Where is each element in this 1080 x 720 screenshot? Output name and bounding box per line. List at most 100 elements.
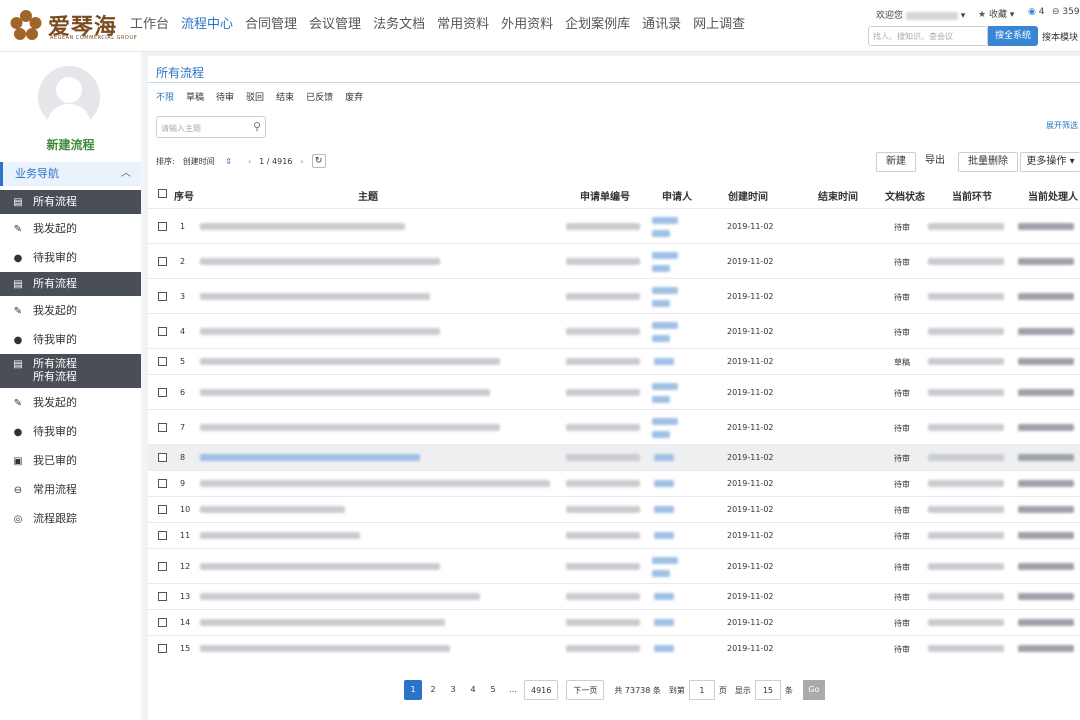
table-row[interactable]: 9 2019-11-02 待审 [148,470,1080,496]
new-flow-button[interactable]: 新建流程 [0,136,141,153]
row-checkbox[interactable] [158,479,167,488]
row-subject-blurred[interactable] [200,389,490,396]
tab-6[interactable]: 废弃 [345,90,363,103]
new-button[interactable]: 新建 [876,152,916,172]
nav-item-2[interactable]: 合同管理 [239,0,303,52]
page-button-4[interactable]: 4 [464,680,482,700]
username-blurred[interactable] [905,11,958,20]
batch-delete-button[interactable]: 批量删除 [958,152,1018,172]
row-subject-blurred[interactable] [200,532,360,539]
expand-filter-link[interactable]: 展开筛选 [1046,120,1078,131]
row-applicant-blurred-2[interactable] [652,265,670,272]
row-subject-blurred[interactable] [200,293,430,300]
row-checkbox[interactable] [158,531,167,540]
column-header-8[interactable]: 当前处理人 [1028,188,1078,203]
row-applicant-blurred[interactable] [654,454,674,461]
row-checkbox[interactable] [158,618,167,627]
tab-4[interactable]: 结束 [276,90,294,103]
row-applicant-blurred-2[interactable] [652,300,670,307]
sidebar-item-8[interactable]: ● 待我审的 [0,417,141,446]
row-subject-blurred[interactable] [200,619,445,626]
row-checkbox[interactable] [158,423,167,432]
row-subject-blurred[interactable] [200,645,450,652]
row-applicant-blurred[interactable] [654,619,674,626]
row-subject-blurred[interactable] [200,563,440,570]
subject-search-input[interactable]: 请输入主题 ⚲ [156,116,266,138]
sidebar-item-6[interactable]: ▤ 所有流程 所有流程 [0,354,141,388]
row-checkbox[interactable] [158,257,167,266]
table-row[interactable]: 2 2019-11-02 待审 [148,243,1080,278]
row-applicant-blurred[interactable] [652,287,678,294]
nav-item-3[interactable]: 会议管理 [303,0,367,52]
next-page-icon[interactable]: › [300,157,303,166]
nav-item-0[interactable]: 工作台 [124,0,175,52]
row-subject-blurred[interactable] [200,223,405,230]
table-row[interactable]: 8 2019-11-02 待审 [148,444,1080,470]
sidebar-item-2[interactable]: ● 待我审的 [0,243,141,272]
favorites-menu[interactable]: ★ 收藏 ▾ [978,7,1014,20]
row-checkbox[interactable] [158,453,167,462]
column-header-2[interactable]: 申请单编号 [580,188,630,203]
row-applicant-blurred[interactable] [652,217,678,224]
row-applicant-blurred[interactable] [654,506,674,513]
table-row[interactable]: 15 2019-11-02 待审 [148,635,1080,661]
row-subject-blurred[interactable] [200,480,550,487]
column-header-5[interactable]: 结束时间 [818,188,858,203]
row-checkbox[interactable] [158,357,167,366]
row-subject-blurred[interactable] [200,424,500,431]
nav-item-7[interactable]: 企划案例库 [559,0,636,52]
table-row[interactable]: 13 2019-11-02 待审 [148,583,1080,609]
row-applicant-blurred[interactable] [652,322,678,329]
row-checkbox[interactable] [158,327,167,336]
row-checkbox[interactable] [158,592,167,601]
refresh-icon[interactable]: ↻ [311,154,326,168]
table-row[interactable]: 7 2019-11-02 待审 [148,409,1080,444]
tab-3[interactable]: 驳回 [246,90,264,103]
sidebar-item-7[interactable]: ✎ 我发起的 [0,388,141,417]
goto-page-input[interactable]: 1 [688,680,715,700]
row-subject-blurred[interactable] [200,358,500,365]
row-subject-blurred[interactable] [200,454,420,461]
row-applicant-blurred-2[interactable] [652,396,670,403]
page-button-1[interactable]: 1 [404,680,422,700]
row-checkbox[interactable] [158,562,167,571]
next-page-button[interactable]: 下一页 [566,680,605,700]
row-applicant-blurred[interactable] [652,557,678,564]
sidebar-item-11[interactable]: ◎ 流程跟踪 [0,504,141,533]
table-row[interactable]: 1 2019-11-02 待审 [148,208,1080,243]
page-button-2[interactable]: 2 [424,680,442,700]
row-applicant-blurred[interactable] [652,383,678,390]
tab-0[interactable]: 不限 [156,90,174,103]
table-row[interactable]: 6 2019-11-02 待审 [148,374,1080,409]
row-subject-blurred[interactable] [200,258,440,265]
more-actions-button[interactable]: 更多操作 ▾ [1020,152,1080,172]
row-checkbox[interactable] [158,505,167,514]
tab-1[interactable]: 草稿 [186,90,204,103]
page-button-last[interactable]: 4916 [524,680,559,700]
table-row[interactable]: 11 2019-11-02 待审 [148,522,1080,548]
prev-page-icon[interactable]: ‹ [248,157,251,166]
column-header-0[interactable]: 序号 [174,188,194,203]
sidebar-item-4[interactable]: ✎ 我发起的 [0,296,141,325]
table-row[interactable]: 3 2019-11-02 待审 [148,278,1080,313]
row-applicant-blurred-2[interactable] [652,335,670,342]
search-all-button[interactable]: 搜全系统 [988,26,1038,46]
row-applicant-blurred[interactable] [652,418,678,425]
row-applicant-blurred[interactable] [654,532,674,539]
row-applicant-blurred[interactable] [654,645,674,652]
row-applicant-blurred-2[interactable] [652,570,670,577]
row-applicant-blurred[interactable] [654,480,674,487]
row-checkbox[interactable] [158,292,167,301]
row-subject-blurred[interactable] [200,593,480,600]
tab-5[interactable]: 已反馈 [306,90,333,103]
nav-item-4[interactable]: 法务文档 [367,0,431,52]
search-module-link[interactable]: 搜本模块 [1042,30,1078,43]
business-nav-header[interactable]: 业务导航 ︿ [0,162,141,186]
row-applicant-blurred-2[interactable] [652,230,670,237]
table-row[interactable]: 12 2019-11-02 待审 [148,548,1080,583]
row-subject-blurred[interactable] [200,328,440,335]
column-header-3[interactable]: 申请人 [662,188,692,203]
column-header-7[interactable]: 当前环节 [952,188,992,203]
nav-item-6[interactable]: 外用资料 [495,0,559,52]
row-applicant-blurred[interactable] [652,252,678,259]
